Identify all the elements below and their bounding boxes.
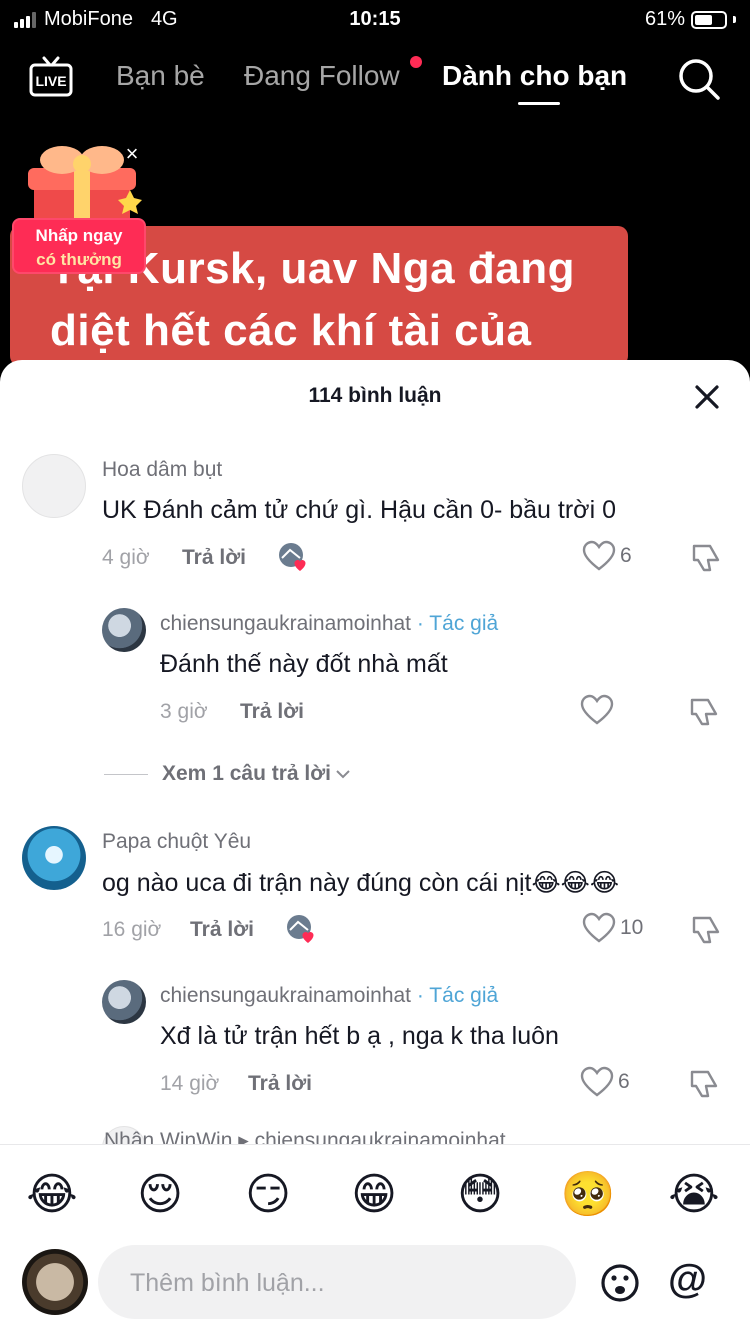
promo-line-2: có thưởng: [36, 250, 122, 269]
like-button[interactable]: 10: [582, 912, 643, 944]
comment-input[interactable]: Thêm bình luận...: [98, 1245, 576, 1319]
reply-text: Xđ là tử trận hết b ạ , nga k tha luôn: [160, 1022, 559, 1050]
comment-username[interactable]: Papa chuột Yêu: [102, 830, 251, 854]
heart-icon: [580, 1066, 614, 1097]
like-button[interactable]: 6: [582, 540, 632, 572]
caption-line-2: diệt hết các khí tài của: [50, 306, 532, 355]
battery-icon: [691, 10, 727, 29]
reply-time: 14 giờ: [160, 1072, 220, 1095]
active-tab-indicator: [518, 102, 560, 105]
like-count: 6: [620, 544, 632, 567]
reply-username-text: chiensungaukrainamoinhat: [160, 984, 412, 1007]
creator-liked-icon: [287, 915, 314, 943]
reply-button[interactable]: Trả lời: [190, 918, 254, 942]
battery-indicator: 61%: [645, 8, 736, 31]
avatar[interactable]: [22, 826, 86, 890]
creator-liked-icon: [279, 543, 306, 571]
like-button[interactable]: 6: [580, 1066, 630, 1098]
close-promo-icon[interactable]: ×: [122, 143, 142, 165]
avatar[interactable]: [102, 608, 146, 652]
comment-username[interactable]: Hoa dâm bụt: [102, 458, 222, 482]
battery-percent: 61%: [644, 8, 685, 30]
reply-button[interactable]: Trả lời: [182, 546, 246, 570]
promo-badge[interactable]: Nhấp ngay có thưởng: [12, 218, 146, 274]
dislike-icon[interactable]: [690, 542, 722, 574]
search-icon[interactable]: [676, 56, 722, 102]
emoji-grin[interactable]: 😁: [346, 1167, 402, 1223]
reply-button[interactable]: Trả lời: [240, 700, 304, 724]
heart-icon: [582, 912, 616, 943]
reply-text: Đánh thế này đốt nhà mất: [160, 650, 448, 678]
view-more-replies[interactable]: Xem 1 câu trả lời: [104, 762, 351, 786]
like-button[interactable]: [580, 694, 614, 726]
author-tag: · Tác giả: [416, 984, 499, 1007]
status-bar: MobiFone 4G 10:15 61%: [0, 0, 750, 40]
promo-line-1: Nhấp ngay: [35, 226, 123, 245]
comment-time: 4 giờ: [102, 546, 150, 569]
reply-time: 3 giờ: [160, 700, 208, 723]
emoji-smirk[interactable]: 😏: [240, 1167, 296, 1223]
comment-composer: 😂 😌 😏 😁 😳 🥺 😭 Thêm bình luận... @: [0, 1144, 750, 1333]
heart-icon: [580, 694, 614, 725]
author-tag: · Tác giả: [416, 612, 499, 635]
like-count: 6: [618, 1070, 630, 1093]
top-navigation: LIVE Bạn bè Đang Follow Dành cho bạn: [0, 52, 750, 112]
video-area[interactable]: MobiFone 4G 10:15 61% LIVE Bạn bè Đang F…: [0, 0, 750, 400]
tab-following[interactable]: Đang Follow: [244, 60, 400, 92]
reply-username[interactable]: chiensungaukrainamoinhat · Tác giả: [160, 612, 498, 636]
dislike-icon[interactable]: [688, 1068, 720, 1100]
comment-text: og nào uca đi trận này đúng còn cái nịt😂…: [102, 869, 620, 897]
live-label: LIVE: [35, 73, 66, 89]
reply-username[interactable]: chiensungaukrainamoinhat · Tác giả: [160, 984, 498, 1008]
reply-button[interactable]: Trả lời: [248, 1072, 312, 1096]
emoji-relieved[interactable]: 😌: [132, 1167, 188, 1223]
reply-username-text: chiensungaukrainamoinhat: [160, 612, 412, 635]
comment-text: UK Đánh cảm tử chứ gì. Hậu cần 0- bầu tr…: [102, 496, 616, 524]
dislike-icon[interactable]: [688, 696, 720, 728]
quick-emoji-bar: 😂 😌 😏 😁 😳 🥺 😭: [0, 1167, 750, 1223]
tab-for-you[interactable]: Dành cho bạn: [442, 60, 627, 92]
emoji-picker-icon[interactable]: [600, 1263, 640, 1303]
avatar[interactable]: [102, 980, 146, 1024]
close-icon[interactable]: [692, 382, 722, 412]
current-user-avatar: [22, 1249, 88, 1315]
mention-button[interactable]: @: [668, 1257, 707, 1302]
emoji-crying[interactable]: 😭: [666, 1167, 722, 1223]
heart-icon: [582, 540, 616, 571]
emoji-laugh[interactable]: 😂: [24, 1167, 80, 1223]
avatar[interactable]: [22, 454, 86, 518]
chevron-down-icon: [336, 770, 350, 779]
comments-count-title: 114 bình luận: [308, 384, 442, 407]
clock: 10:15: [349, 8, 401, 30]
view-more-replies-label: Xem 1 câu trả lời: [162, 762, 332, 785]
comment-input-placeholder: Thêm bình luận...: [130, 1269, 325, 1297]
following-notification-dot: [410, 56, 422, 68]
emoji-flushed[interactable]: 😳: [452, 1167, 508, 1223]
comment-time: 16 giờ: [102, 918, 162, 941]
like-count: 10: [620, 916, 644, 939]
dislike-icon[interactable]: [690, 914, 722, 946]
emoji-pleading[interactable]: 🥺: [560, 1167, 616, 1223]
tab-friends[interactable]: Bạn bè: [116, 60, 205, 92]
live-icon[interactable]: LIVE: [28, 56, 74, 100]
